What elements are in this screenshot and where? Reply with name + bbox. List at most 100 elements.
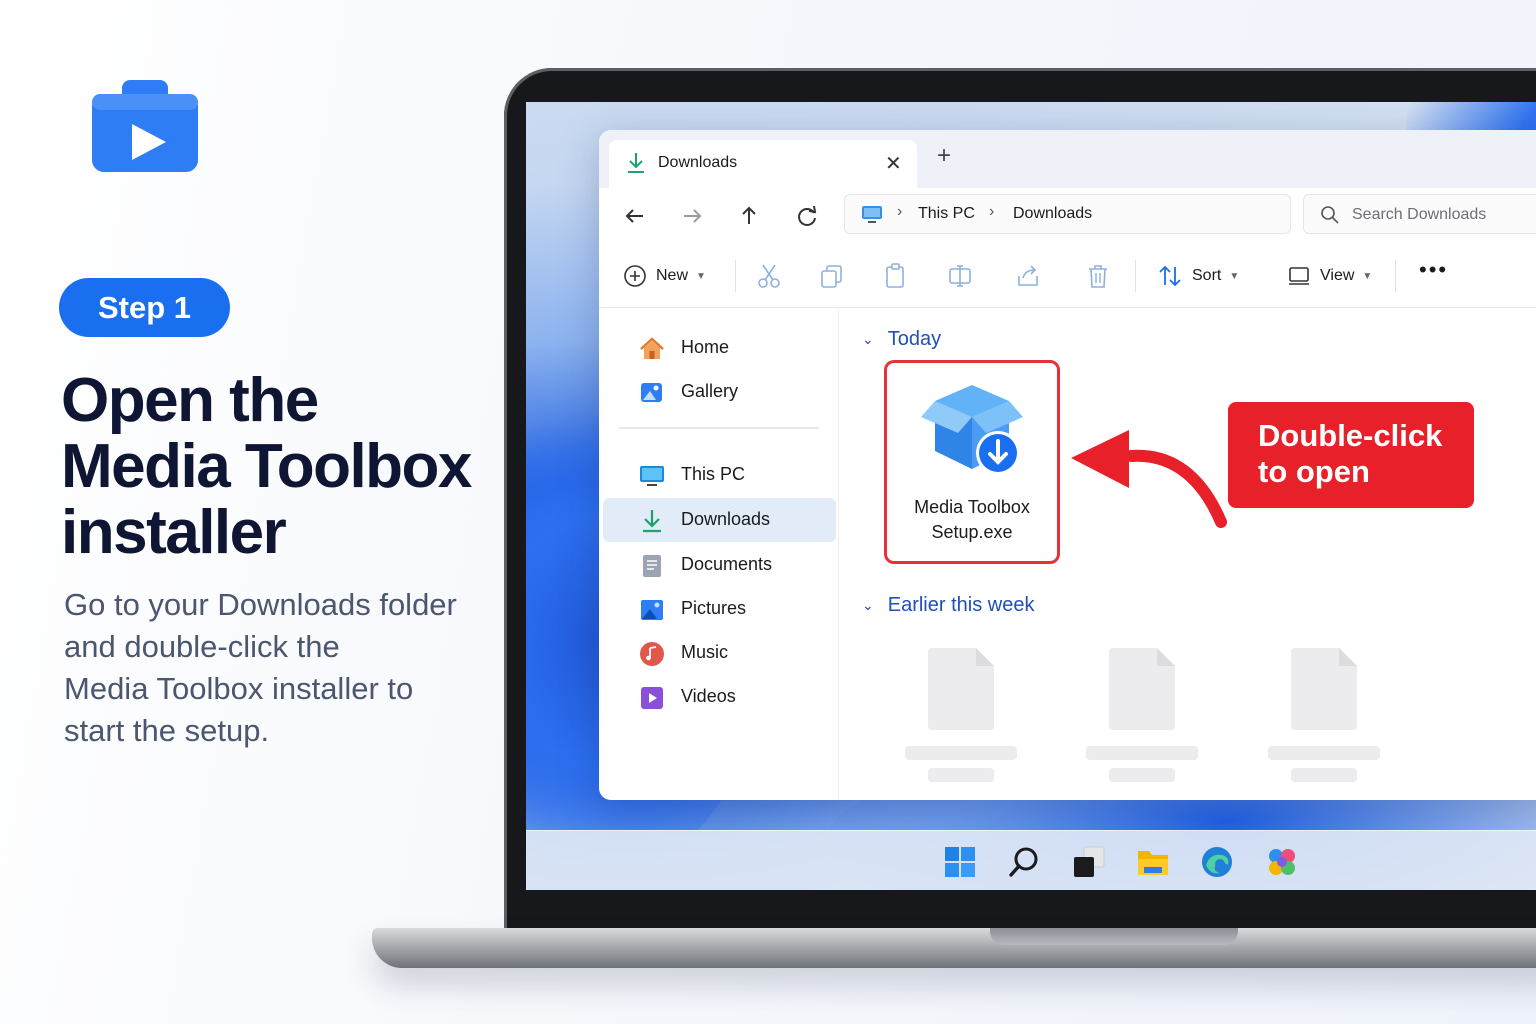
laptop-notch	[990, 928, 1238, 945]
new-button[interactable]: New ▼	[623, 262, 706, 290]
callout-line: to open	[1258, 454, 1370, 489]
file-placeholder-label	[1268, 746, 1380, 760]
sidebar-divider	[619, 427, 819, 429]
toolbar-divider	[1395, 260, 1396, 292]
laptop-screen: Downloads ✕ + › This PC › Downloads Sear…	[526, 102, 1536, 890]
headline-line: Media Toolbox	[61, 432, 472, 501]
breadcrumb-this-pc[interactable]: This PC	[918, 205, 975, 223]
navigation-pane: Home Gallery This PC Downloads Documents…	[599, 308, 839, 800]
file-list: ⌄ Today Media Toolbox Setup.exe ⌄ Earlie…	[840, 308, 1536, 800]
sidebar-item-this-pc[interactable]: This PC	[603, 453, 836, 497]
file-name: Media Toolbox	[914, 497, 1030, 517]
paste-icon[interactable]	[883, 262, 909, 290]
description-line: Go to your Downloads folder	[64, 587, 457, 622]
download-icon	[628, 153, 644, 173]
forward-arrow-icon[interactable]	[678, 202, 706, 230]
description: Go to your Downloads folder and double-c…	[64, 584, 494, 752]
more-options-icon[interactable]: •••	[1419, 256, 1448, 284]
share-icon[interactable]	[1015, 262, 1041, 290]
address-bar[interactable]: › This PC › Downloads	[844, 194, 1291, 234]
toolbar-divider	[735, 260, 736, 292]
search-icon[interactable]	[1007, 845, 1041, 879]
refresh-icon[interactable]	[793, 202, 821, 230]
installer-package-icon	[921, 385, 1023, 475]
sidebar-item-gallery[interactable]: Gallery	[603, 370, 836, 414]
group-header-earlier-this-week[interactable]: ⌄ Earlier this week	[862, 594, 1034, 617]
file-name: Setup.exe	[931, 522, 1013, 542]
sidebar-item-downloads[interactable]: Downloads	[603, 498, 836, 542]
sidebar-item-label: Pictures	[681, 598, 747, 618]
home-icon	[640, 337, 664, 359]
tab-title: Downloads	[658, 154, 738, 171]
gallery-icon	[641, 383, 662, 402]
cut-icon[interactable]	[756, 262, 782, 290]
windows-start-icon[interactable]	[943, 845, 977, 879]
description-line: Media Toolbox installer to	[64, 671, 414, 706]
chevron-down-icon: ▼	[696, 270, 706, 282]
command-bar: New ▼ Sort ▼ View ▼ •••	[599, 244, 1536, 308]
sort-button[interactable]: Sort ▼	[1157, 262, 1239, 290]
new-label: New	[656, 267, 689, 284]
sidebar-item-music[interactable]: Music	[603, 631, 836, 675]
close-tab-button[interactable]: ✕	[885, 151, 902, 176]
headline-line: Open the	[61, 366, 319, 435]
sidebar-item-label: Gallery	[681, 381, 739, 401]
new-tab-button[interactable]: +	[937, 144, 951, 168]
rename-icon[interactable]	[947, 262, 973, 290]
description-line: start the setup.	[64, 713, 270, 748]
search-box[interactable]	[1303, 194, 1536, 234]
computer-icon	[640, 466, 664, 486]
step-badge: Step 1	[59, 278, 230, 337]
group-label: Today	[887, 328, 942, 350]
sidebar-item-home[interactable]: Home	[603, 326, 836, 370]
file-placeholder-label	[928, 768, 994, 782]
computer-icon	[862, 206, 882, 223]
double-click-callout: Double-click to open	[1228, 402, 1474, 508]
file-explorer-icon[interactable]	[1136, 845, 1170, 879]
sidebar-item-label: Downloads	[681, 509, 771, 529]
back-arrow-icon[interactable]	[621, 202, 649, 230]
view-label: View	[1320, 267, 1355, 284]
sort-label: Sort	[1192, 267, 1222, 284]
curved-arrow-icon	[1071, 430, 1227, 528]
title-bar: Downloads ✕ +	[599, 130, 1536, 188]
group-label: Earlier this week	[887, 594, 1035, 616]
taskbar	[526, 830, 1536, 890]
search-icon	[1321, 206, 1339, 224]
edge-browser-icon[interactable]	[1200, 845, 1234, 879]
download-icon	[643, 510, 661, 533]
file-placeholder-icon	[1109, 648, 1175, 730]
breadcrumb-separator: ›	[989, 203, 995, 220]
view-icon	[1289, 267, 1309, 285]
task-view-icon[interactable]	[1072, 845, 1106, 879]
copilot-icon[interactable]	[1265, 845, 1299, 879]
videos-icon	[641, 687, 663, 709]
sidebar-item-pictures[interactable]: Pictures	[603, 587, 836, 631]
up-arrow-icon[interactable]	[735, 202, 763, 230]
sidebar-item-label: This PC	[681, 464, 746, 484]
chevron-down-icon: ▼	[1362, 270, 1373, 282]
chevron-down-icon: ⌄	[862, 331, 874, 347]
sort-icon	[1159, 265, 1181, 287]
headline-line: installer	[61, 498, 287, 567]
group-header-today[interactable]: ⌄ Today	[862, 328, 941, 351]
sidebar-item-documents[interactable]: Documents	[603, 543, 836, 587]
file-placeholder-icon	[1291, 648, 1357, 730]
music-icon	[640, 642, 664, 666]
chevron-down-icon: ▼	[1229, 270, 1240, 282]
tab-downloads[interactable]: Downloads ✕	[609, 140, 917, 188]
file-item-media-toolbox-setup[interactable]: Media Toolbox Setup.exe	[884, 360, 1060, 564]
search-input[interactable]	[1352, 204, 1536, 226]
file-placeholder-label	[905, 746, 1017, 760]
view-button[interactable]: View ▼	[1287, 262, 1372, 290]
laptop-base	[372, 928, 1536, 968]
delete-icon[interactable]	[1085, 262, 1111, 290]
headline: Open the Media Toolbox installer	[61, 368, 501, 566]
sidebar-item-videos[interactable]: Videos	[603, 675, 836, 719]
document-icon	[643, 555, 661, 577]
breadcrumb-downloads[interactable]: Downloads	[1013, 205, 1092, 223]
toolbar-divider	[1135, 260, 1136, 292]
description-line: and double-click the	[64, 629, 340, 664]
copy-icon[interactable]	[819, 262, 845, 290]
file-placeholder-icon	[928, 648, 994, 730]
